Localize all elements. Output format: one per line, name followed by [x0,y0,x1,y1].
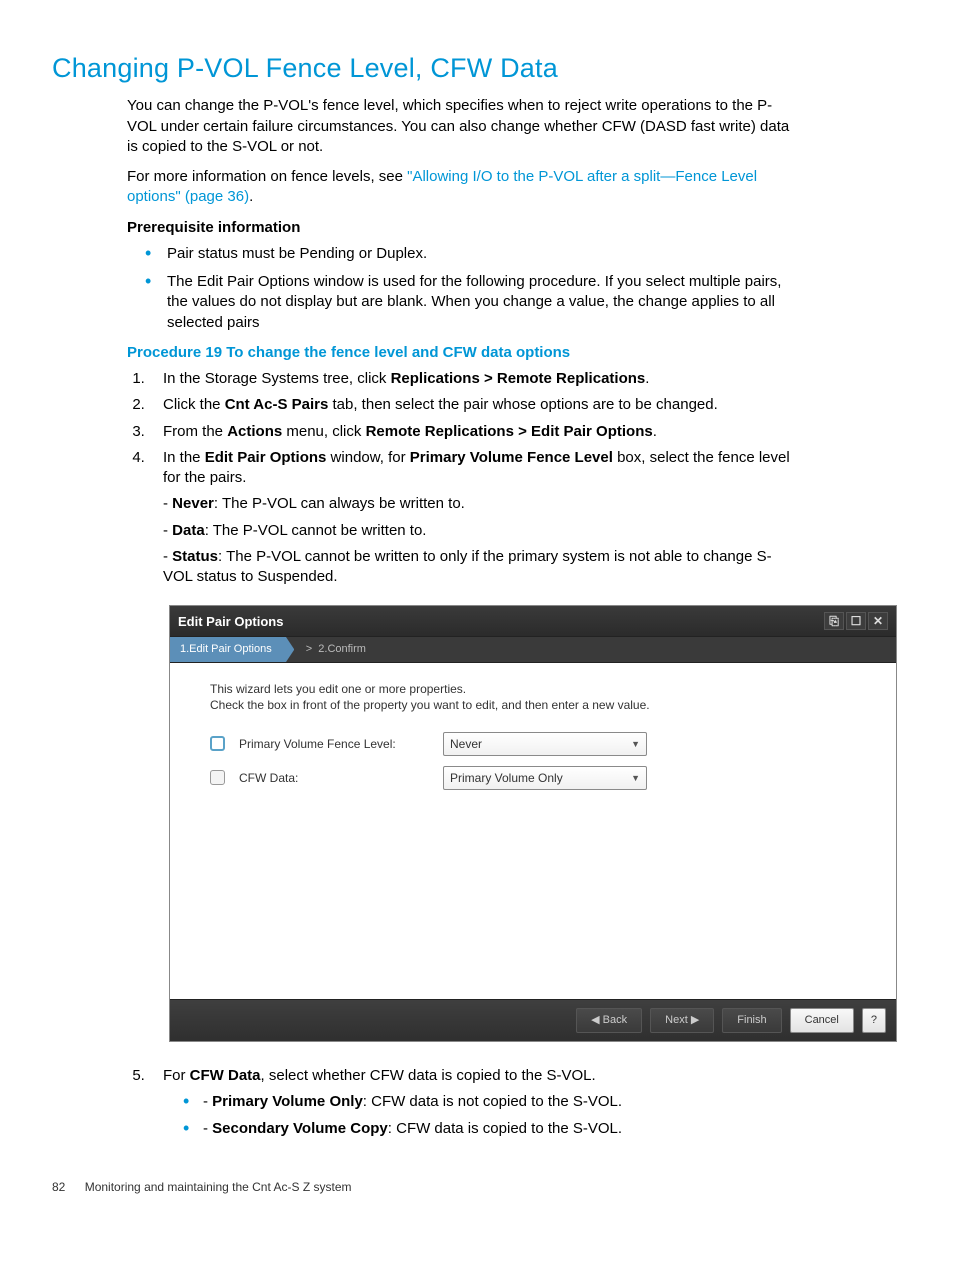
page-number: 82 [52,1180,65,1194]
procedure-list-continued: For CFW Data, select whether CFW data is… [127,1066,798,1139]
list-item: Click the Cnt Ac-S Pairs tab, then selec… [149,395,798,415]
form-row-fence-level: Primary Volume Fence Level: Never ▼ [210,732,868,756]
procedure-title: Procedure 19 To change the fence level a… [127,343,798,363]
prereq-heading: Prerequisite information [127,218,798,238]
dialog-intro: This wizard lets you edit one or more pr… [210,681,868,713]
checkbox-fence-level[interactable] [210,736,225,751]
wizard-steps: 1.Edit Pair Options > 2.Confirm [170,636,896,663]
edit-pair-options-dialog: Edit Pair Options ⎘ ☐ ✕ 1.Edit Pair Opti… [169,605,897,1042]
cancel-button[interactable]: Cancel [790,1008,854,1033]
list-item: The Edit Pair Options window is used for… [149,272,798,333]
dialog-footer: ◀ Back Next ▶ Finish Cancel ? [170,999,896,1041]
wizard-step-2[interactable]: > 2.Confirm [286,637,380,662]
list-item: In the Storage Systems tree, click Repli… [149,369,798,389]
list-item: - Primary Volume Only: CFW data is not c… [185,1092,798,1112]
select-fence-level[interactable]: Never ▼ [443,732,647,756]
chevron-down-icon: ▼ [631,772,640,784]
list-item: For CFW Data, select whether CFW data is… [149,1066,798,1139]
footer-text: Monitoring and maintaining the Cnt Ac-S … [85,1180,352,1194]
list-item: Pair status must be Pending or Duplex. [149,244,798,264]
procedure-list: In the Storage Systems tree, click Repli… [127,369,798,587]
page-footer: 82 Monitoring and maintaining the Cnt Ac… [52,1179,798,1195]
help-button[interactable]: ? [862,1008,886,1033]
dialog-titlebar: Edit Pair Options ⎘ ☐ ✕ [170,606,896,636]
label-fence-level: Primary Volume Fence Level: [239,736,429,752]
label-cfw-data: CFW Data: [239,770,429,786]
form-row-cfw-data: CFW Data: Primary Volume Only ▼ [210,766,868,790]
list-item: From the Actions menu, click Remote Repl… [149,422,798,442]
select-cfw-data[interactable]: Primary Volume Only ▼ [443,766,647,790]
intro-p2-lead: For more information on fence levels, se… [127,168,407,185]
intro-paragraph-2: For more information on fence levels, se… [127,167,798,208]
back-button[interactable]: ◀ Back [576,1008,642,1033]
list-item: In the Edit Pair Options window, for Pri… [149,448,798,588]
chevron-down-icon: ▼ [631,738,640,750]
next-button[interactable]: Next ▶ [650,1008,714,1033]
page-title: Changing P-VOL Fence Level, CFW Data [52,50,798,86]
intro-p2-tail: . [249,188,253,205]
list-item: - Secondary Volume Copy: CFW data is cop… [185,1119,798,1139]
close-icon[interactable]: ✕ [868,612,888,630]
checkbox-cfw-data[interactable] [210,770,225,785]
intro-paragraph-1: You can change the P-VOL's fence level, … [127,96,798,157]
prereq-list: Pair status must be Pending or Duplex. T… [127,244,798,333]
maximize-icon[interactable]: ☐ [846,612,866,630]
dialog-title-text: Edit Pair Options [178,613,283,631]
wizard-step-1[interactable]: 1.Edit Pair Options [170,637,286,662]
filter-icon[interactable]: ⎘ [824,612,844,630]
finish-button[interactable]: Finish [722,1008,781,1033]
